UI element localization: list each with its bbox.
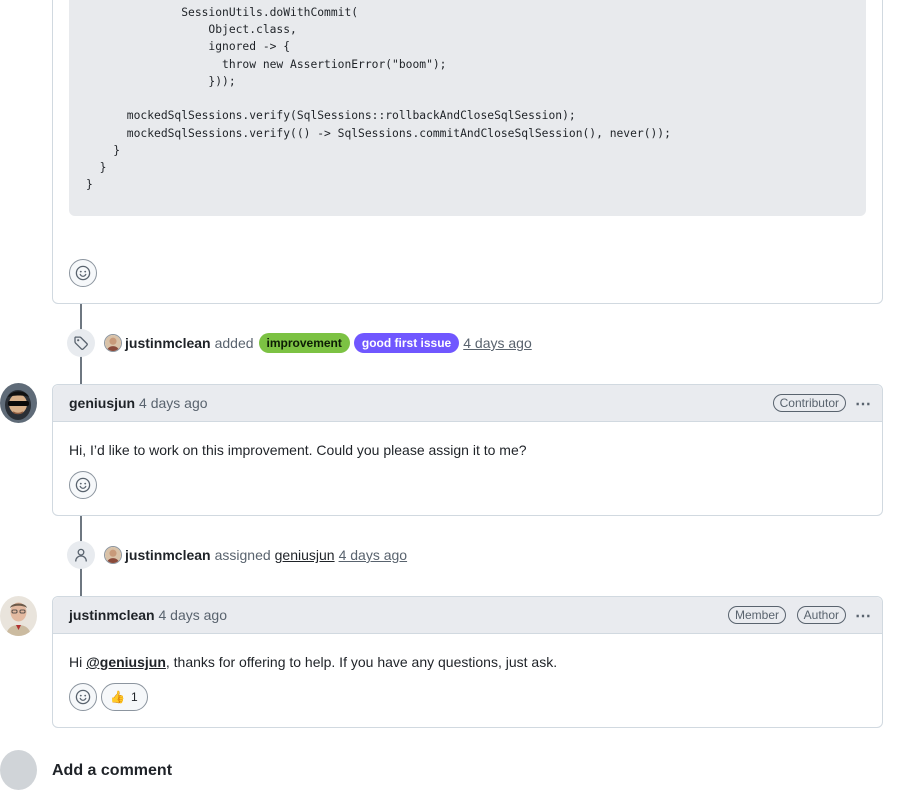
comment-header: geniusjun 4 days ago Contributor ⋯ (53, 385, 882, 422)
code-line: SessionUtils.doWithCommit( (86, 6, 359, 19)
add-reaction-button[interactable] (69, 471, 97, 499)
event-verb: added (214, 335, 254, 351)
avatar (0, 750, 37, 790)
comment-author: justinmclean 4 days ago (69, 607, 227, 623)
thumbs-up-reaction-button[interactable]: 👍 1 (101, 683, 148, 711)
comment-author-link[interactable]: justinmclean (69, 607, 155, 623)
code-line: })); (86, 75, 236, 88)
label-improvement[interactable]: improvement (258, 333, 350, 353)
event-verb: assigned (214, 547, 271, 563)
tag-icon (74, 336, 88, 350)
more-options-icon[interactable]: ⋯ (855, 394, 872, 414)
code-line: Object.class, (86, 23, 297, 36)
code-line: mockedSqlSessions.verify(() -> SqlSessio… (86, 127, 671, 140)
code-line: } (86, 178, 93, 191)
label-good-first-issue[interactable]: good first issue (353, 333, 460, 353)
event-actor-link[interactable]: justinmclean (125, 547, 211, 563)
comment-author: geniusjun 4 days ago (69, 395, 208, 411)
labeled-event: justinmclean added improvement good firs… (104, 333, 532, 353)
comment-timestamp-link[interactable]: 4 days ago (158, 607, 227, 623)
code-line: () -> (86, 0, 188, 2)
comment-body: Hi @geniusjun, thanks for offering to he… (69, 654, 557, 670)
comment-author-link[interactable]: geniusjun (69, 395, 135, 411)
person-icon (75, 548, 87, 562)
code-comment-card: () -> SessionUtils.doWithCommit( Object.… (52, 0, 883, 304)
timeline-badge (67, 541, 95, 569)
thumbs-up-icon: 👍 (110, 690, 125, 704)
code-line: } (86, 161, 107, 174)
avatar[interactable] (0, 383, 37, 423)
comment-card: justinmclean 4 days ago Member Author ⋯ … (52, 596, 883, 728)
add-comment-heading: Add a comment (52, 762, 173, 779)
code-line: } (86, 144, 121, 157)
contributor-badge: Contributor (772, 394, 846, 412)
body-text: , thanks for offering to help. If you ha… (165, 654, 558, 670)
add-reaction-button[interactable] (69, 259, 97, 287)
assignee-link[interactable]: geniusjun (275, 547, 335, 563)
code-line: throw new AssertionError("boom"); (86, 58, 447, 71)
avatar[interactable] (104, 334, 122, 352)
comment-card: geniusjun 4 days ago Contributor ⋯ Hi, I… (52, 384, 883, 516)
code-block: () -> SessionUtils.doWithCommit( Object.… (69, 0, 866, 216)
comment-header: justinmclean 4 days ago Member Author ⋯ (53, 597, 882, 634)
comment-body: Hi, I’d like to work on this improvement… (69, 442, 527, 458)
timeline-badge (67, 329, 95, 357)
mention-link[interactable]: @geniusjun (86, 654, 166, 670)
author-badge: Author (796, 606, 846, 624)
code-line: ignored -> { (86, 40, 291, 53)
reaction-count: 1 (130, 690, 138, 704)
smiley-icon (75, 689, 91, 705)
event-actor-link[interactable]: justinmclean (125, 335, 211, 351)
body-text: Hi (69, 654, 87, 670)
event-timestamp-link[interactable]: 4 days ago (463, 335, 532, 351)
event-timestamp-link[interactable]: 4 days ago (339, 547, 408, 563)
smiley-icon (75, 477, 91, 493)
comment-timestamp-link[interactable]: 4 days ago (139, 395, 208, 411)
avatar[interactable] (104, 546, 122, 564)
more-options-icon[interactable]: ⋯ (855, 606, 872, 626)
code-line: mockedSqlSessions.verify(SqlSessions::ro… (86, 109, 576, 122)
member-badge: Member (727, 606, 786, 624)
assigned-event: justinmclean assigned geniusjun 4 days a… (104, 545, 407, 565)
add-reaction-button[interactable] (69, 683, 97, 711)
smiley-icon (75, 265, 91, 281)
avatar[interactable] (0, 596, 37, 636)
